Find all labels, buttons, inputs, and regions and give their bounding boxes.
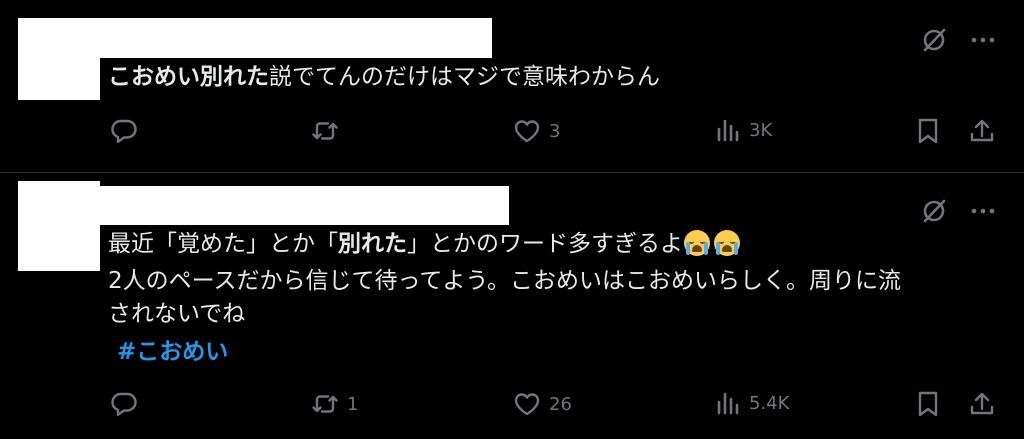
- repost-button[interactable]: [311, 117, 347, 145]
- repost-count: 1: [347, 393, 359, 415]
- like-count: 3: [549, 120, 561, 142]
- bookmark-icon: [916, 390, 940, 418]
- tweet-text-part: 最近「覚めた」とか「: [108, 231, 338, 257]
- tweet-text-rest: 説でてんのだけはマジで意味わからん: [269, 64, 660, 90]
- tweet-text-bold: こおめい別れた: [108, 64, 269, 90]
- tweet-2[interactable]: 最近「覚めた」とか「別れた」とかのワード多すぎるよ 2人のペースだから信じて待っ…: [0, 173, 1024, 439]
- tweet-text-bold: 別れた: [338, 231, 407, 257]
- views-count: 5.4K: [749, 392, 790, 414]
- grok-icon[interactable]: [920, 197, 948, 225]
- crying-face-emoji-icon: [714, 230, 740, 256]
- tweet-top-controls: [920, 26, 996, 54]
- share-icon: [968, 117, 996, 145]
- reply-button[interactable]: [110, 390, 146, 418]
- views-count: 3K: [749, 119, 773, 141]
- like-button[interactable]: 3: [513, 117, 560, 145]
- redacted-username: [100, 18, 492, 58]
- tweet-top-controls: [920, 197, 996, 225]
- repost-icon: [311, 117, 339, 145]
- redacted-avatar: [18, 181, 100, 271]
- like-icon: [513, 117, 541, 145]
- views-button[interactable]: 5.4K: [715, 390, 789, 416]
- grok-icon[interactable]: [920, 26, 948, 54]
- like-button[interactable]: 26: [513, 390, 572, 418]
- tweet-text: こおめい別れた説でてんのだけはマジで意味わからん: [108, 60, 660, 94]
- tweet-text-line-3: されないでね: [108, 301, 246, 327]
- share-icon: [968, 390, 996, 418]
- reply-button[interactable]: [110, 117, 146, 145]
- tweet-actions: 1 26 5.4K: [108, 390, 998, 420]
- views-icon: [715, 390, 741, 416]
- views-button[interactable]: 3K: [715, 117, 772, 143]
- redacted-avatar: [18, 18, 100, 100]
- views-icon: [715, 117, 741, 143]
- bookmark-icon: [916, 117, 940, 145]
- reply-icon: [110, 390, 138, 418]
- share-button[interactable]: [968, 390, 996, 418]
- tweet-text-part: 」とかのワード多すぎるよ: [407, 231, 683, 257]
- tweet-actions: 3 3K: [108, 117, 998, 147]
- repost-icon: [311, 390, 339, 418]
- tweet-1[interactable]: こおめい別れた説でてんのだけはマジで意味わからん 3 3K: [0, 0, 1024, 172]
- like-count: 26: [549, 393, 572, 415]
- bookmark-button[interactable]: [916, 117, 940, 145]
- hashtag-link[interactable]: #こおめい: [117, 335, 228, 369]
- hashtag-text: #こおめい: [117, 339, 229, 365]
- like-icon: [513, 390, 541, 418]
- reply-icon: [110, 117, 138, 145]
- repost-button[interactable]: 1: [311, 390, 358, 418]
- tweet-text-line-2: 2人のペースだから信じて待ってよう。こおめいはこおめいらしく。周りに流: [108, 268, 901, 294]
- more-icon[interactable]: [970, 36, 996, 44]
- bookmark-button[interactable]: [916, 390, 940, 418]
- more-icon[interactable]: [970, 207, 996, 215]
- tweet-text-line-1: 最近「覚めた」とか「別れた」とかのワード多すぎるよ: [108, 227, 740, 261]
- redacted-username: [100, 186, 509, 225]
- crying-face-emoji-icon: [684, 230, 710, 256]
- share-button[interactable]: [968, 117, 996, 145]
